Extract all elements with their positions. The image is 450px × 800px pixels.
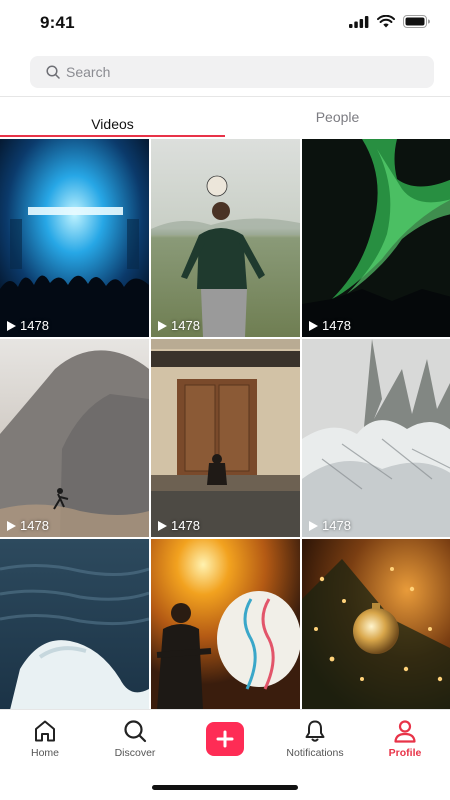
home-indicator[interactable] xyxy=(152,785,298,790)
nav-home[interactable]: Home xyxy=(0,718,90,759)
view-count-value: 1478 xyxy=(20,318,49,333)
video-thumbnail xyxy=(0,339,149,537)
status-icons xyxy=(349,15,430,28)
nav-profile-label: Profile xyxy=(388,747,422,759)
view-count: 1478 xyxy=(7,518,49,533)
video-tile[interactable] xyxy=(151,539,300,709)
nav-discover[interactable]: Discover xyxy=(90,718,180,759)
home-icon xyxy=(35,720,55,742)
video-thumbnail xyxy=(151,339,300,537)
nav-profile[interactable]: Profile xyxy=(360,718,450,759)
add-video-button[interactable] xyxy=(206,722,244,756)
tab-videos-label: Videos xyxy=(91,115,134,132)
tab-people[interactable]: People xyxy=(225,97,450,140)
video-tile[interactable] xyxy=(302,539,450,709)
nav-home-label: Home xyxy=(30,747,59,759)
video-thumbnail xyxy=(302,339,450,537)
battery-icon xyxy=(403,15,430,28)
video-tile[interactable]: 1478 xyxy=(302,339,450,537)
search-icon xyxy=(46,65,60,79)
search-bar[interactable] xyxy=(30,56,434,88)
video-tile[interactable] xyxy=(0,539,149,709)
status-bar: 9:41 xyxy=(0,0,450,46)
wifi-icon xyxy=(377,15,395,28)
plus-icon xyxy=(216,730,234,748)
view-count: 1478 xyxy=(7,318,49,333)
nav-discover-label: Discover xyxy=(114,747,156,759)
video-thumbnail xyxy=(302,139,450,337)
nav-notifications[interactable]: Notifications xyxy=(270,718,360,759)
view-count-value: 1478 xyxy=(171,518,200,533)
video-tile[interactable]: 1478 xyxy=(151,139,300,337)
video-grid: 1478 1478 1478 1478 1478 1478 xyxy=(0,139,450,709)
bell-icon xyxy=(305,720,325,742)
signal-icon xyxy=(349,15,369,28)
status-time: 9:41 xyxy=(40,13,75,32)
video-thumbnail xyxy=(302,539,450,709)
search-icon xyxy=(124,720,147,743)
video-tile[interactable]: 1478 xyxy=(0,139,149,337)
video-tile[interactable]: 1478 xyxy=(0,339,149,537)
play-icon xyxy=(309,520,318,531)
play-icon xyxy=(7,320,16,331)
view-count-value: 1478 xyxy=(20,518,49,533)
play-icon xyxy=(7,520,16,531)
active-tab-indicator xyxy=(0,135,225,137)
view-count-value: 1478 xyxy=(322,518,351,533)
view-count: 1478 xyxy=(309,518,351,533)
play-icon xyxy=(158,320,167,331)
video-thumbnail xyxy=(151,139,300,337)
view-count: 1478 xyxy=(309,318,351,333)
tab-bar: Videos People xyxy=(0,96,450,140)
search-input[interactable] xyxy=(66,64,386,80)
video-thumbnail xyxy=(151,539,300,709)
tab-people-label: People xyxy=(315,108,360,125)
play-icon xyxy=(158,520,167,531)
view-count-value: 1478 xyxy=(322,318,351,333)
video-tile[interactable]: 1478 xyxy=(151,339,300,537)
view-count: 1478 xyxy=(158,318,200,333)
play-icon xyxy=(309,320,318,331)
nav-notifications-label: Notifications xyxy=(286,747,344,759)
video-thumbnail xyxy=(0,139,149,337)
user-icon xyxy=(394,720,416,743)
video-tile[interactable]: 1478 xyxy=(302,139,450,337)
view-count-value: 1478 xyxy=(171,318,200,333)
video-thumbnail xyxy=(0,539,149,709)
view-count: 1478 xyxy=(158,518,200,533)
tab-videos[interactable]: Videos xyxy=(0,97,225,140)
